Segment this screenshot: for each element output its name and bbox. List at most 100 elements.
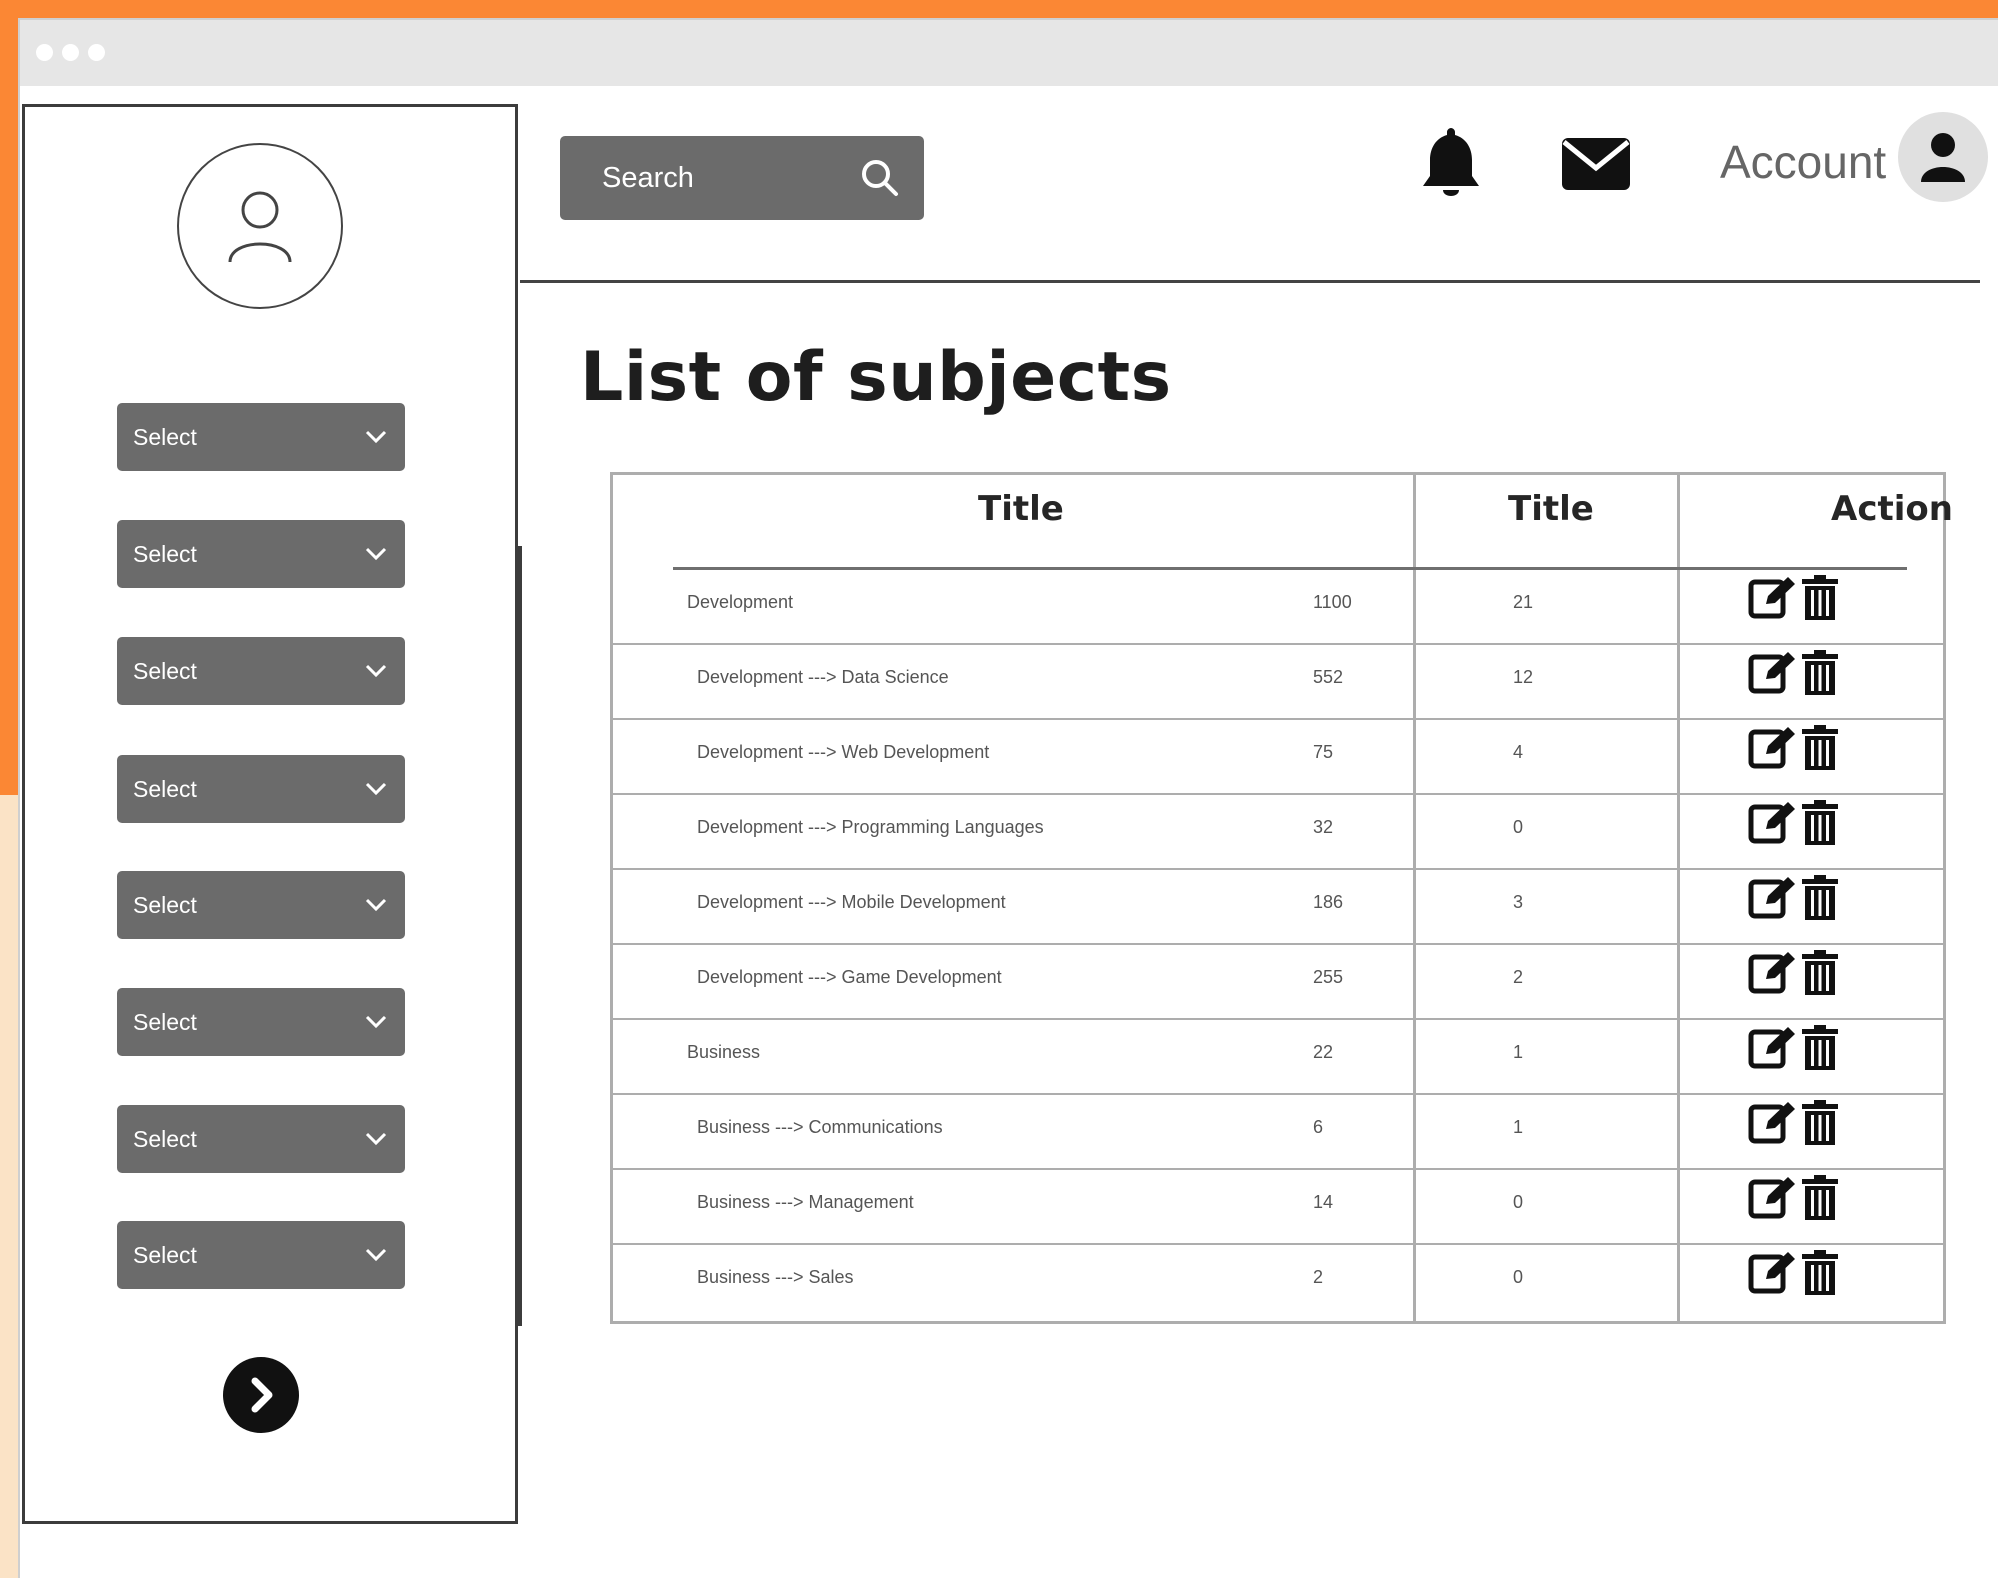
select-label: Select — [133, 1008, 197, 1035]
row-title: Business ---> Communications — [697, 1117, 943, 1137]
row-count: 2 — [1313, 1267, 1324, 1287]
trash-icon[interactable] — [1800, 1174, 1840, 1222]
profile-avatar[interactable] — [177, 143, 343, 309]
sidebar-select-8[interactable]: Select — [117, 1221, 405, 1289]
sidebar-select-1[interactable]: Select — [117, 403, 405, 471]
sidebar-select-3[interactable]: Select — [117, 637, 405, 705]
chevron-down-icon — [365, 547, 387, 561]
sidebar-select-4[interactable]: Select — [117, 755, 405, 823]
row-subcount: 1 — [1513, 1117, 1524, 1137]
edit-icon[interactable] — [1748, 949, 1798, 997]
table-row: Development ---> Game Development 255 2 — [613, 945, 1943, 1020]
edit-icon[interactable] — [1748, 649, 1798, 697]
search-icon — [862, 160, 898, 196]
sidebar-select-6[interactable]: Select — [117, 988, 405, 1056]
user-outline-icon — [228, 191, 292, 263]
row-actions — [1748, 949, 1840, 997]
row-count: 1100 — [1313, 592, 1352, 612]
search-label: Search — [602, 161, 694, 194]
row-subcount: 2 — [1513, 967, 1524, 987]
trash-icon[interactable] — [1800, 799, 1840, 847]
search-button[interactable]: Search — [560, 136, 924, 220]
trash-icon[interactable] — [1800, 1024, 1840, 1072]
row-title: Business ---> Sales — [697, 1267, 854, 1287]
chevron-down-icon — [365, 1015, 387, 1029]
row-actions — [1748, 1174, 1840, 1222]
window-dot[interactable] — [88, 44, 105, 61]
chevron-down-icon — [365, 1248, 387, 1262]
sidebar-select-2[interactable]: Select — [117, 520, 405, 588]
next-button[interactable] — [223, 1357, 299, 1433]
subjects-table: Title Title Action Development 1100 21 Deve… — [610, 472, 1953, 1324]
trash-icon[interactable] — [1800, 1099, 1840, 1147]
chevron-down-icon — [365, 898, 387, 912]
row-subcount: 4 — [1513, 742, 1524, 762]
chevron-down-icon — [365, 664, 387, 678]
table-row: Development ---> Web Development 75 4 — [613, 720, 1943, 795]
window-titlebar — [20, 20, 1998, 86]
table-row: Business ---> Management 14 0 — [613, 1170, 1943, 1245]
user-icon — [1921, 133, 1965, 182]
select-label: Select — [133, 775, 197, 802]
edit-icon[interactable] — [1748, 1249, 1798, 1297]
row-subcount: 3 — [1513, 892, 1524, 912]
mail-icon[interactable] — [1560, 136, 1632, 192]
edit-icon[interactable] — [1748, 724, 1798, 772]
edit-icon[interactable] — [1748, 1099, 1798, 1147]
table-row: Development ---> Mobile Development 186 3 — [613, 870, 1943, 945]
account-avatar[interactable] — [1898, 112, 1988, 202]
trash-icon[interactable] — [1800, 949, 1840, 997]
row-title: Development ---> Game Development — [697, 967, 1002, 987]
row-title: Development ---> Mobile Development — [697, 892, 1006, 912]
edit-icon[interactable] — [1748, 799, 1798, 847]
select-label: Select — [133, 1241, 197, 1268]
row-actions — [1748, 799, 1840, 847]
column-header-title-2[interactable]: Title — [1508, 489, 1594, 529]
sidebar: Select Select Select Select Select Select Sele… — [22, 104, 518, 1524]
row-actions — [1748, 574, 1840, 622]
bell-icon[interactable] — [1420, 126, 1482, 202]
row-title: Development ---> Data Science — [697, 667, 949, 687]
sidebar-select-7[interactable]: Select — [117, 1105, 405, 1173]
select-label: Select — [133, 891, 197, 918]
background-orange-band — [0, 0, 1998, 20]
page-title: List of subjects — [580, 338, 1172, 417]
table-row: Development ---> Programming Languages 32… — [613, 795, 1943, 870]
table-row: Business ---> Sales 2 0 — [613, 1245, 1943, 1320]
chevron-down-icon — [365, 1132, 387, 1146]
edit-icon[interactable] — [1748, 874, 1798, 922]
select-label: Select — [133, 657, 197, 684]
row-subcount: 21 — [1513, 592, 1534, 612]
account-label[interactable]: Account — [1720, 135, 1886, 189]
row-subcount: 0 — [1513, 1267, 1524, 1287]
header-divider — [520, 280, 1980, 283]
row-count: 6 — [1313, 1117, 1324, 1137]
trash-icon[interactable] — [1800, 574, 1840, 622]
edit-icon[interactable] — [1748, 1024, 1798, 1072]
row-title: Development ---> Web Development — [697, 742, 990, 762]
table-row: Development ---> Data Science 552 12 — [613, 645, 1943, 720]
trash-icon[interactable] — [1800, 649, 1840, 697]
chevron-down-icon — [365, 782, 387, 796]
table-row: Business 22 1 — [613, 1020, 1943, 1095]
row-subcount: 1 — [1513, 1042, 1524, 1062]
column-header-action: Action — [1831, 489, 1953, 529]
row-title: Business — [687, 1042, 761, 1062]
row-actions — [1748, 724, 1840, 772]
window-dot[interactable] — [36, 44, 53, 61]
trash-icon[interactable] — [1800, 1249, 1840, 1297]
row-title: Development — [687, 592, 794, 612]
column-header-title[interactable]: Title — [978, 489, 1064, 529]
sidebar-select-5[interactable]: Select — [117, 871, 405, 939]
row-count: 22 — [1313, 1042, 1334, 1062]
chevron-down-icon — [365, 430, 387, 444]
background-orange-side — [0, 0, 18, 795]
edit-icon[interactable] — [1748, 574, 1798, 622]
row-count: 75 — [1313, 742, 1334, 762]
trash-icon[interactable] — [1800, 874, 1840, 922]
edit-icon[interactable] — [1748, 1174, 1798, 1222]
table-row: Development 1100 21 — [613, 570, 1943, 645]
trash-icon[interactable] — [1800, 724, 1840, 772]
row-subcount: 12 — [1513, 667, 1534, 687]
window-dot[interactable] — [62, 44, 79, 61]
